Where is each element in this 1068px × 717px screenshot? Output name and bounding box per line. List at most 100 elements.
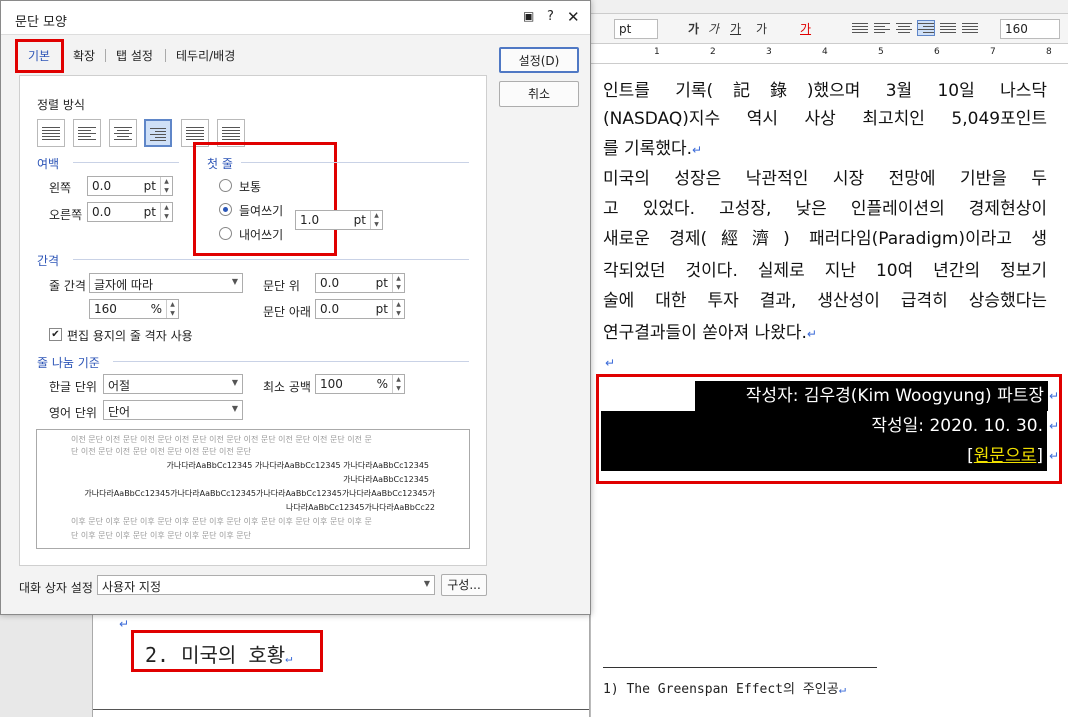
dialog-title: 문단 모양 (15, 15, 67, 30)
link-bracket-close: ] (1036, 446, 1043, 466)
preview-next-text: 이후 문단 이후 문단 이후 문단 이후 문단 이후 문단 이후 문단 이후 문… (71, 517, 372, 526)
return-mark: ↵ (285, 651, 293, 665)
tab-extended[interactable]: 확장 (73, 47, 95, 64)
formatting-toolbar: pt 가 가 가 가 가 160 (590, 14, 1068, 44)
space-below-label: 문단 아래 (263, 305, 311, 319)
space-below-spinner[interactable]: ▲ ▼ (392, 300, 404, 318)
close-icon[interactable]: ✕ (567, 8, 580, 26)
left-margin-unit: pt (143, 179, 156, 193)
line-spacing-type-select[interactable]: 글자에 따라 ▼ (89, 273, 243, 293)
min-space-spinner[interactable]: ▲ ▼ (392, 375, 404, 393)
right-margin-spinner[interactable]: ▲ ▼ (160, 203, 172, 221)
right-margin-input[interactable]: 0.0 pt ▲ ▼ (87, 202, 173, 222)
first-line-value-input[interactable]: 1.0 pt ▲ ▼ (295, 210, 383, 230)
space-below-input[interactable]: 0.0 pt ▲ ▼ (315, 299, 405, 319)
font-unit-field[interactable]: pt (614, 19, 658, 39)
first-line-indent-radio[interactable] (219, 203, 232, 216)
horizontal-ruler[interactable]: 1 2 3 4 5 6 7 8 (590, 44, 1068, 64)
line-spacing-value-input[interactable]: 160% ▲ ▼ (89, 299, 179, 319)
space-above-spinner[interactable]: ▲ ▼ (392, 274, 404, 292)
strikethrough-button[interactable]: 가 (756, 20, 767, 37)
space-above-input[interactable]: 0.0 pt ▲ ▼ (315, 273, 405, 293)
align-right-button[interactable] (144, 119, 172, 147)
linebreak-section-label: 줄 나눔 기준 (37, 356, 100, 370)
chevron-down-icon: ▼ (231, 404, 238, 413)
first-line-hanging-radio[interactable] (219, 227, 232, 240)
align-left-icon[interactable] (874, 21, 890, 35)
tab-tab-settings[interactable]: 탭 설정 (116, 47, 153, 64)
original-link[interactable]: 원문으로 (974, 446, 1037, 466)
first-line-normal-radio[interactable] (219, 179, 232, 192)
line-spacing-type-value: 글자에 따라 (94, 278, 154, 292)
left-margin-input[interactable]: 0.0 pt ▲ ▼ (87, 176, 173, 196)
tab-basic-highlight (15, 39, 64, 73)
author-text: 작성자: 김우경(Kim Woogyung) 파트장 (745, 386, 1044, 406)
cancel-button[interactable]: 취소 (499, 81, 579, 107)
paragraph-preview: 이전 문단 이전 문단 이전 문단 이전 문단 이전 문단 이전 문단 이전 문… (36, 429, 470, 549)
ok-button[interactable]: 설정(D) (499, 47, 579, 73)
line-spacing-spinner[interactable]: ▲ ▼ (166, 300, 178, 318)
align-justify-icon[interactable] (852, 21, 868, 35)
preview-current-text: 가나다라AaBbCc12345 가나다라AaBbCc12345 가나다라AaBb… (166, 461, 429, 470)
right-margin-value: 0.0 (92, 205, 112, 219)
section-heading: 2. 미국의 호황↵ (145, 639, 292, 668)
link-bracket-open: [ (967, 446, 974, 466)
left-margin-label: 왼쪽 (49, 181, 72, 195)
help-icon[interactable]: ? (547, 9, 554, 24)
align-divide-icon[interactable] (962, 21, 978, 35)
dialog-titlebar[interactable]: 문단 모양 ▣ ? ✕ (1, 1, 590, 35)
first-line-normal-label: 보통 (239, 180, 262, 194)
dialog-setting-label: 대화 상자 설정 (19, 581, 93, 595)
korean-unit-select[interactable]: 어절 ▼ (103, 374, 243, 394)
footnote: 1) The Greenspan Effect의 주인공↵ (603, 678, 846, 697)
left-margin-value: 0.0 (92, 179, 112, 193)
tab-border-background[interactable]: 테두리/배경 (176, 47, 235, 64)
align-justify-button[interactable] (37, 119, 65, 147)
section-divider (113, 361, 469, 362)
ruler-mark: 6 (934, 47, 940, 57)
link-line: [원문으로] (601, 441, 1047, 471)
line-spacing-field[interactable]: 160 (1000, 19, 1060, 39)
font-color-button[interactable]: 가 (800, 20, 811, 37)
doc-line: 새로운 경제(經濟) 패러다임(Paradigm)이라고 생 (603, 229, 1047, 249)
doc-line: 미국의 성장은 낙관적인 시장 전망에 기반을 두 (603, 169, 1047, 189)
italic-button[interactable]: 가 (708, 20, 719, 37)
align-distribute-icon[interactable] (940, 21, 956, 35)
align-center-button[interactable] (109, 119, 137, 147)
align-left-button[interactable] (73, 119, 101, 147)
return-mark: ↵ (1049, 419, 1060, 433)
first-line-hanging-label: 내어쓰기 (239, 228, 284, 242)
left-margin-spinner[interactable]: ▲ ▼ (160, 177, 172, 195)
ruler-mark: 1 (654, 47, 660, 57)
section-divider (73, 259, 469, 260)
section-divider (241, 162, 469, 163)
min-space-input[interactable]: 100% ▲ ▼ (315, 374, 405, 394)
first-line-spinner[interactable]: ▲ ▼ (370, 211, 382, 229)
tab-separator (165, 49, 166, 62)
author-line[interactable]: 작성자: 김우경(Kim Woogyung) 파트장 (695, 381, 1048, 411)
preview-prev-text: 단 이전 문단 이전 문단 이전 문단 이전 문단 이전 문단 (71, 447, 251, 456)
ruler-mark: 2 (710, 47, 716, 57)
return-mark: ↵ (692, 143, 703, 157)
preview-next-text: 단 이후 문단 이후 문단 이후 문단 이후 문단 이후 문단 (71, 531, 251, 540)
bold-button[interactable]: 가 (688, 20, 699, 37)
align-center-icon[interactable] (896, 21, 912, 35)
space-below-value: 0.0 (320, 302, 340, 316)
ruler-mark: 3 (766, 47, 772, 57)
chevron-down-icon: ▼ (231, 277, 238, 286)
grid-checkbox-label: 편집 용지의 줄 격자 사용 (67, 329, 193, 343)
tab-strip (590, 0, 1068, 14)
english-unit-select[interactable]: 단어 ▼ (103, 400, 243, 420)
grid-checkbox[interactable]: ✔ (49, 328, 62, 341)
align-right-icon[interactable] (917, 20, 935, 36)
doc-line: 술에 대한 투자 결과, 생산성이 급격히 상승했다는 (603, 291, 1047, 311)
document-page-left[interactable]: ↵ 2. 미국의 호황↵ (92, 615, 590, 717)
compose-button[interactable]: 구성... (441, 574, 487, 596)
dialog-menu-icon[interactable]: ▣ (523, 9, 534, 23)
doc-line: 연구결과들이 쏟아져 나왔다.↵ (603, 318, 1047, 343)
date-line[interactable]: 작성일: 2020. 10. 30. (601, 411, 1047, 441)
underline-button[interactable]: 가 (730, 20, 741, 37)
dialog-setting-select[interactable]: 사용자 지정 ▼ (97, 575, 435, 595)
line-spacing-label: 줄 간격 (49, 279, 86, 293)
doc-line: (NASDAQ)지수 역시 사상 최고치인 5,049포인트 (603, 109, 1047, 129)
